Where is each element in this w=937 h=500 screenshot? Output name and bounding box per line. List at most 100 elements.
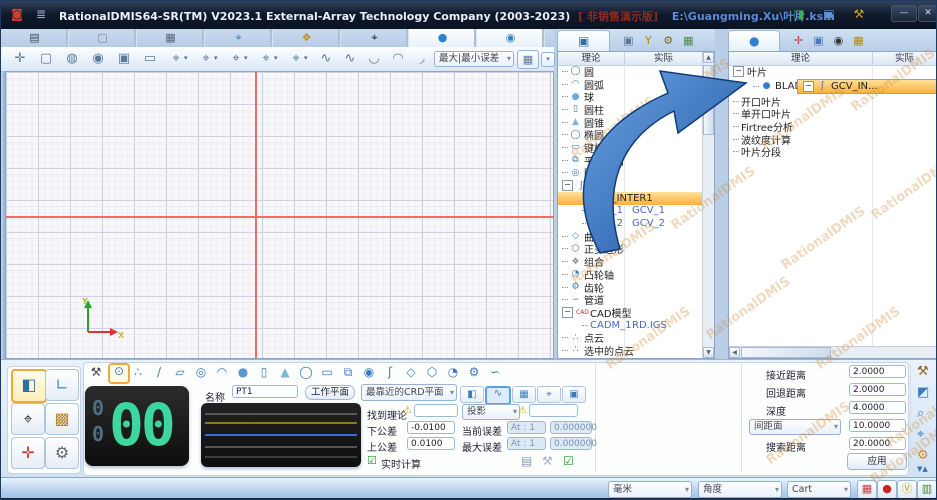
cylinder-feature-icon[interactable]: ▯ [255,364,273,381]
coordinate-button[interactable]: ✛ [11,437,45,469]
tab-view[interactable]: ◉ [477,29,545,47]
window-list-icon[interactable]: ≣ [31,6,51,22]
probe-dir-icon-4[interactable]: ⌖ [257,50,275,68]
grid-toggle-icon[interactable]: ▦ [857,480,877,499]
circle-feature-icon[interactable]: ◎ [192,364,210,381]
name-input[interactable] [232,385,298,398]
probe-dir-icon-3-caret[interactable]: ▾ [244,54,248,62]
tree-item-BLADE1[interactable]: ●BLADE1−ʃGCV_IN... [729,78,937,95]
rtree-icon-camera[interactable]: ◉ [828,34,848,47]
path-input-搜索距离[interactable] [849,437,906,450]
find-theory-input[interactable] [414,404,458,417]
tree-item-正多边形[interactable]: ⬡正多边形 [558,243,703,256]
gear-feature-icon[interactable]: ⚙ [465,364,483,381]
scroll-thumb[interactable] [741,347,831,358]
projection-dropdown[interactable]: 投影 [462,404,520,420]
tree-item-CADM_1[interactable]: CADM_1RD.IGS [558,319,703,332]
polygon-feature-icon[interactable]: ⬡ [423,364,441,381]
ltree-icon-chart[interactable]: ▦ [678,34,698,47]
apply-button[interactable]: 应用 [847,453,907,470]
label-display-icon[interactable]: ▭ [141,50,159,68]
tab-document[interactable]: ▢ [69,29,137,47]
blade-tree-hscrollbar[interactable]: ◀ [729,346,937,358]
tab-measure[interactable]: ● [409,29,477,47]
tab-color-scheme[interactable]: ❖ [273,29,341,47]
probe-dir-icon-1[interactable]: ⌖ [167,50,185,68]
error-mode-dropdown[interactable]: 最大|最小误差 [434,51,514,67]
rtree-icon-axes[interactable]: ✛ [788,34,808,47]
fixture-button[interactable]: ▩ [45,403,79,435]
rtree-icon-window[interactable]: ▣ [808,34,828,47]
tree-item-选中的点云[interactable]: ∴选中的点云 [558,344,703,357]
view-screen-toggle[interactable]: ▣ [562,386,586,403]
tree-item-组合[interactable]: ❖组合 [558,255,703,268]
probe-dir-icon-2-caret[interactable]: ▾ [214,54,218,62]
estop-icon[interactable]: ● [877,480,897,499]
path-input-接近距离[interactable] [849,365,906,378]
scroll-down-icon[interactable]: ▼ [703,347,714,358]
tree-item-叶片[interactable]: −叶片 [729,65,937,78]
surface-feature-icon[interactable]: ◇ [402,364,420,381]
tree-item-圆弧[interactable]: ◠圆弧 [558,78,703,91]
realtime-checkbox[interactable]: ☑ [367,454,377,467]
tree-item-圆[interactable]: ◯圆 [558,65,703,78]
angle-dropdown[interactable]: 角度 [698,481,782,498]
surface-scan-icon[interactable]: ◡ [365,50,383,68]
tab-report-table[interactable]: ▦ [137,29,205,47]
settings-gear-icon[interactable]: ⚙ [917,448,929,463]
arc-feature-icon[interactable]: ◠ [213,364,231,381]
line-feature-icon[interactable]: ∕ [150,364,168,381]
caliper-button[interactable]: ∟ [45,369,79,401]
probe-dir-icon-1-caret[interactable]: ▾ [184,54,188,62]
scroll-thumb[interactable] [703,65,714,135]
points-set-icon[interactable]: ∴ [129,364,147,381]
tree-item-圆锥[interactable]: ▲圆锥 [558,116,703,129]
cam-feature-icon[interactable]: ◔ [444,364,462,381]
tree-item-键槽[interactable]: ▭键槽 [558,141,703,154]
tab-probe-manage[interactable]: ⌖ [205,29,273,47]
probe-dir-icon-4-caret[interactable]: ▾ [274,54,278,62]
rtree-tab-blade[interactable]: ● [728,30,780,51]
header-theory[interactable]: 理论 [729,52,873,65]
间距面-dropdown[interactable]: 间距面 [749,419,841,435]
rtree-icon-chart[interactable]: ▦ [848,34,868,47]
path-input-深度[interactable] [849,401,906,414]
magnifier-icon[interactable]: ⌕ [917,406,924,421]
measure-mode-button[interactable]: ◧ [11,369,47,403]
ltree-tab-features[interactable]: ▣ [557,30,610,51]
ltree-icon-probe[interactable]: Y [638,34,658,47]
probe-adjust-icon[interactable]: ⌖ [917,427,924,442]
scroll-left-icon[interactable]: ◀ [729,347,740,358]
tree-item-曲线[interactable]: −ʃ曲线 [558,179,703,192]
tab-joystick[interactable]: ⌖ [341,29,409,47]
tree-item-GCV_2[interactable]: GCV_2GCV_2 [558,217,703,230]
center-view-icon[interactable]: ✛ [11,50,29,68]
probe-button[interactable]: ⌖ [11,403,45,435]
scroll-up-icon[interactable]: ▲ [703,52,714,63]
tool-adjust-icon[interactable]: ⚒ [542,454,553,468]
sphere-feature-icon[interactable]: ● [234,364,252,381]
coord-dropdown[interactable]: Cart [787,481,851,498]
upper-tol-input[interactable] [407,437,455,450]
tree-item-椭圆[interactable]: ◯椭圆 [558,128,703,141]
probe-dir-icon-5[interactable]: ⌖ [287,50,305,68]
view-graph-toggle[interactable]: ∿ [485,386,511,405]
tree-item-GCV_1[interactable]: GCV_1GCV_1 [558,205,703,218]
view-probe2-toggle[interactable]: ⌖ [537,386,561,403]
probe-dir-icon-5-caret[interactable]: ▾ [304,54,308,62]
tree-item-齿轮[interactable]: ⚙齿轮 [558,281,703,294]
tree-item-叶片分段[interactable]: 叶片分段 [729,145,937,158]
projection-input[interactable] [529,404,578,417]
machine-link-icon[interactable]: ⚒ [849,6,869,22]
tree-item-CAD模型[interactable]: −CADCAD模型 [558,306,703,319]
report-edit-icon[interactable]: ▤ [521,454,532,468]
header-theory[interactable]: 理论 [558,52,625,65]
ellipse-feature-icon[interactable]: ◯ [297,364,315,381]
path-input-间距面[interactable] [849,419,906,432]
minimize-button[interactable]: — [891,5,917,22]
confirm-check-icon[interactable]: ☑ [563,454,574,468]
feature-tree-scrollbar[interactable]: ▲ ▼ [702,52,714,358]
expand-toggle-icon[interactable]: − [733,66,744,77]
workplane-button[interactable]: 工作平面 [305,385,355,400]
tree-item-曲面[interactable]: ◇曲面 [558,230,703,243]
